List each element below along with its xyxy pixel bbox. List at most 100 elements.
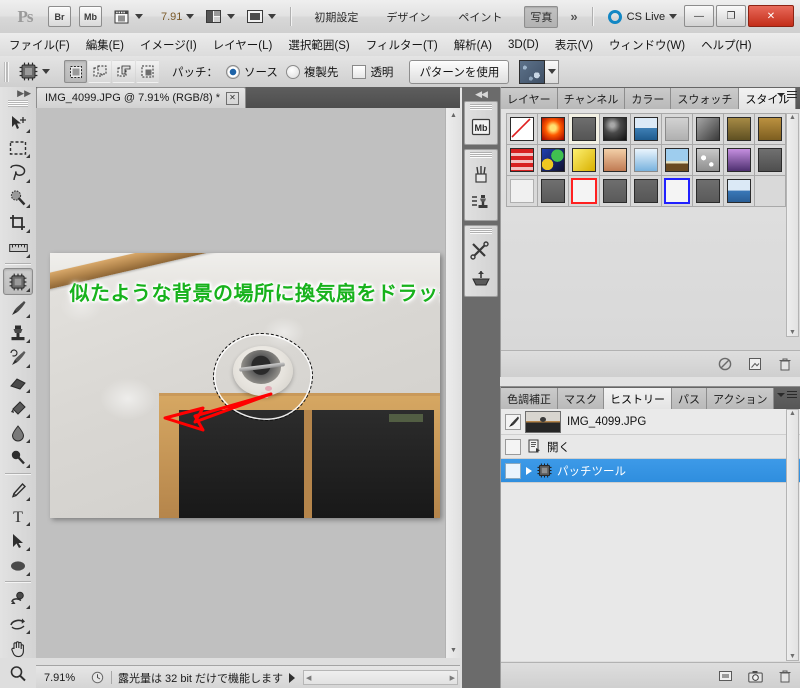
style-swatch[interactable]: [755, 145, 786, 176]
menu-filter[interactable]: フィルター(T): [359, 34, 445, 56]
3d-orbit-tool[interactable]: [4, 611, 32, 636]
style-swatch[interactable]: [662, 145, 693, 176]
tools-collapse-button[interactable]: ▶▶: [0, 87, 36, 100]
scroll-right-icon[interactable]: ▶: [450, 674, 455, 682]
tool-presets-icon[interactable]: [465, 189, 497, 217]
style-swatch[interactable]: [693, 176, 724, 207]
current-tool-preview[interactable]: [18, 62, 50, 82]
add-to-selection-button[interactable]: [88, 60, 111, 83]
canvas-vertical-scrollbar[interactable]: ▲ ▼: [445, 108, 461, 658]
pattern-preview-swatch[interactable]: [519, 59, 546, 84]
zoom-level-display[interactable]: 7.91: [161, 11, 182, 23]
scroll-up-icon[interactable]: ▲: [789, 410, 796, 417]
intersect-selection-button[interactable]: [136, 60, 159, 83]
document-tab[interactable]: IMG_4099.JPG @ 7.91% (RGB/8) * ✕: [36, 87, 247, 108]
pen-tool[interactable]: [4, 478, 32, 503]
move-tool[interactable]: [4, 110, 32, 135]
screen-mode-button[interactable]: [245, 6, 277, 27]
tab-layers[interactable]: レイヤー: [501, 88, 558, 109]
style-swatch[interactable]: [538, 114, 569, 145]
tab-actions[interactable]: アクション: [707, 388, 775, 409]
workspace-default[interactable]: 初期設定: [308, 6, 364, 28]
document-image[interactable]: 似たような背景の場所に換気扇をドラッグ: [50, 253, 440, 518]
menu-layer[interactable]: レイヤー(L): [206, 34, 280, 56]
history-state-row[interactable]: 開く: [501, 435, 800, 459]
history-brush-tool[interactable]: [4, 345, 32, 370]
style-swatch[interactable]: [600, 114, 631, 145]
patch-source-radio[interactable]: ソース: [226, 64, 278, 80]
style-swatch[interactable]: [724, 114, 755, 145]
transparent-checkbox[interactable]: 透明: [352, 64, 393, 80]
ellipse-tool[interactable]: [4, 553, 32, 578]
cs-live-button[interactable]: CS Live: [607, 9, 678, 24]
subtract-from-selection-button[interactable]: [112, 60, 135, 83]
menu-view[interactable]: 表示(V): [548, 34, 600, 56]
history-snapshot-row[interactable]: IMG_4099.JPG: [501, 409, 800, 435]
scroll-up-icon[interactable]: ▲: [789, 114, 796, 121]
style-swatch[interactable]: [569, 145, 600, 176]
style-swatch[interactable]: [724, 145, 755, 176]
mini-bridge-icon[interactable]: Mb: [465, 113, 497, 141]
close-icon[interactable]: ✕: [226, 91, 240, 105]
history-state-row[interactable]: パッチツール: [501, 459, 800, 483]
new-style-icon[interactable]: [747, 356, 763, 372]
status-zoom-value[interactable]: 7.91%: [44, 672, 90, 684]
panel-menu-button[interactable]: [777, 391, 797, 399]
close-button[interactable]: ✕: [748, 5, 794, 27]
3d-panel-icon[interactable]: [465, 265, 497, 293]
style-swatch[interactable]: [693, 114, 724, 145]
style-swatch[interactable]: [569, 176, 600, 207]
workspace-overflow-icon[interactable]: »: [570, 9, 577, 24]
measurement-log-icon[interactable]: [465, 237, 497, 265]
tab-channels[interactable]: チャンネル: [557, 88, 626, 109]
mini-bridge-icon[interactable]: Mb: [79, 6, 102, 27]
tab-color[interactable]: カラー: [625, 88, 672, 109]
style-swatch[interactable]: [538, 176, 569, 207]
path-selection-tool[interactable]: [4, 528, 32, 553]
dock-group-grip[interactable]: [470, 152, 492, 158]
scroll-down-icon[interactable]: ▼: [789, 653, 796, 660]
menu-3d[interactable]: 3D(D): [501, 36, 546, 54]
minimize-button[interactable]: —: [684, 5, 714, 27]
patch-destination-radio[interactable]: 複製先: [285, 64, 338, 80]
canvas-area[interactable]: 似たような背景の場所に換気扇をドラッグ: [36, 108, 460, 658]
style-swatch[interactable]: [631, 176, 662, 207]
new-document-from-state-icon[interactable]: [717, 668, 733, 684]
tab-history[interactable]: ヒストリー: [604, 388, 672, 409]
dodge-tool[interactable]: [4, 445, 32, 470]
gradient-tool[interactable]: [4, 395, 32, 420]
brush-presets-icon[interactable]: [465, 161, 497, 189]
style-swatch[interactable]: [507, 145, 538, 176]
tab-masks[interactable]: マスク: [558, 388, 604, 409]
patch-tool[interactable]: [3, 268, 33, 295]
style-swatch[interactable]: [600, 176, 631, 207]
arrange-documents-button[interactable]: [204, 6, 236, 27]
menu-analysis[interactable]: 解析(A): [447, 34, 499, 56]
options-bar-grip[interactable]: [4, 61, 9, 82]
style-swatch[interactable]: [662, 176, 693, 207]
type-tool[interactable]: T: [4, 503, 32, 528]
style-swatch[interactable]: [507, 176, 538, 207]
dock-group-grip[interactable]: [470, 104, 492, 110]
clear-style-icon[interactable]: [717, 356, 733, 372]
bridge-icon[interactable]: Br: [48, 6, 71, 27]
use-pattern-button[interactable]: パターンを使用: [409, 59, 510, 84]
scroll-up-icon[interactable]: ▲: [446, 108, 461, 123]
style-swatch[interactable]: [600, 145, 631, 176]
menu-file[interactable]: ファイル(F): [2, 34, 77, 56]
hand-tool[interactable]: [4, 636, 32, 661]
scroll-left-icon[interactable]: ◀: [306, 674, 311, 682]
workspace-photo[interactable]: 写真: [524, 5, 559, 28]
view-extras-button[interactable]: [112, 6, 143, 27]
menu-window[interactable]: ウィンドウ(W): [602, 34, 692, 56]
new-selection-button[interactable]: [64, 60, 87, 83]
delete-style-icon[interactable]: [777, 356, 793, 372]
style-swatch[interactable]: [724, 176, 755, 207]
delete-state-icon[interactable]: [777, 668, 793, 684]
styles-panel-scrollbar[interactable]: ▲ ▼: [786, 113, 799, 337]
lasso-tool[interactable]: [4, 160, 32, 185]
3d-rotate-tool[interactable]: [4, 586, 32, 611]
style-swatch[interactable]: [693, 145, 724, 176]
restore-button[interactable]: ❐: [716, 5, 746, 27]
tab-swatches[interactable]: スウォッチ: [671, 88, 740, 109]
